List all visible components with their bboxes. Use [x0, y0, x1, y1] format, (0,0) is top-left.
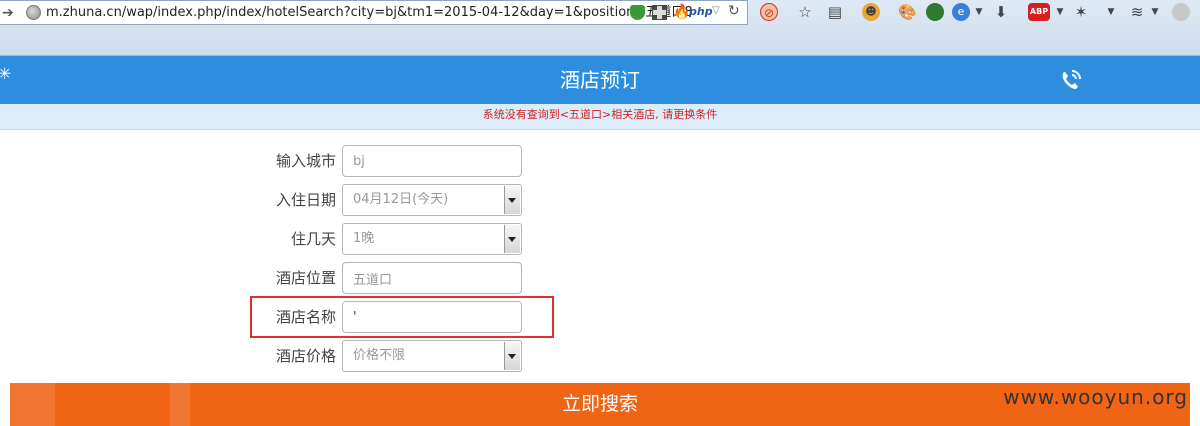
- address-bar[interactable]: ➔ m.zhuna.cn/wap/index.php/index/hotelSe…: [0, 0, 748, 25]
- chevron-down-icon[interactable]: ▼: [1051, 3, 1069, 21]
- chevron-down-icon[interactable]: ▽: [712, 5, 720, 16]
- checkin-label: 入住日期: [275, 191, 336, 209]
- reload-icon[interactable]: ↻: [728, 3, 740, 19]
- city-input[interactable]: [342, 145, 522, 177]
- forward-arrow-icon[interactable]: ➔: [2, 4, 14, 22]
- palette-icon[interactable]: 🎨: [898, 3, 917, 21]
- chevron-down-icon: [508, 237, 516, 242]
- browser-toolbar: ➔ m.zhuna.cn/wap/index.php/index/hotelSe…: [0, 0, 1200, 56]
- price-label: 酒店价格: [275, 347, 336, 365]
- url-text[interactable]: m.zhuna.cn/wap/index.php/index/hotelSear…: [46, 3, 693, 23]
- blocked-icon[interactable]: ⊘: [760, 3, 778, 21]
- city-label: 输入城市: [275, 152, 336, 170]
- search-button-label: 立即搜索: [561, 393, 638, 415]
- form-row-checkin: 入住日期 04月12日(今天): [0, 184, 1200, 218]
- adblock-icon[interactable]: ABP: [1028, 3, 1050, 21]
- notice-bar: 系统没有查询到<五道口>相关酒店, 请更换条件: [0, 104, 1200, 130]
- form-row-nights: 住几天 1晚: [0, 223, 1200, 257]
- price-value: 价格不限: [353, 348, 406, 363]
- chevron-down-icon: [508, 354, 516, 359]
- chevron-down-icon[interactable]: ▼: [970, 3, 988, 21]
- button-fade: [170, 383, 190, 426]
- price-select[interactable]: 价格不限: [342, 340, 522, 372]
- no-results-message: 系统没有查询到<五道口>相关酒店, 请更换条件: [482, 108, 718, 121]
- site-globe-icon: [26, 5, 41, 20]
- dropdown-button[interactable]: [504, 186, 520, 214]
- nights-label: 住几天: [290, 230, 336, 248]
- page-title: 酒店预订: [560, 68, 640, 92]
- button-fade: [10, 383, 55, 426]
- form-row-hotel-name: 酒店名称: [0, 301, 1200, 335]
- menu-icon[interactable]: [1172, 3, 1190, 21]
- shield-check-icon[interactable]: [630, 5, 645, 20]
- checkin-date-value: 04月12日(今天): [353, 192, 449, 207]
- browser-extension-icon[interactable]: e: [952, 3, 970, 21]
- form-row-city: 输入城市: [0, 145, 1200, 179]
- star-bookmark-icon[interactable]: ☆: [796, 3, 814, 21]
- dropdown-button[interactable]: [504, 225, 520, 253]
- nights-select[interactable]: 1晚: [342, 223, 522, 255]
- form-row-price: 酒店价格 价格不限: [0, 340, 1200, 374]
- download-icon[interactable]: ⬇: [992, 3, 1010, 21]
- bug-icon[interactable]: ✶: [1072, 3, 1090, 21]
- qr-code-icon[interactable]: [652, 5, 667, 20]
- highlight-annotation: [250, 296, 554, 338]
- green-extension-icon[interactable]: [926, 3, 944, 21]
- fire-icon[interactable]: 🔥: [673, 5, 690, 20]
- chevron-down-icon: [508, 198, 516, 203]
- extension-face-icon[interactable]: ☻: [862, 3, 880, 21]
- chevron-down-icon[interactable]: ▼: [1102, 3, 1120, 21]
- layers-icon[interactable]: ≋: [1128, 3, 1146, 21]
- location-input[interactable]: [342, 262, 522, 294]
- phone-call-icon[interactable]: [1057, 66, 1085, 94]
- watermark: www.wooyun.org: [1003, 385, 1188, 409]
- form-row-location: 酒店位置: [0, 262, 1200, 296]
- bookmarks-list-icon[interactable]: ▤: [826, 3, 844, 21]
- dropdown-button[interactable]: [504, 342, 520, 370]
- checkin-date-select[interactable]: 04月12日(今天): [342, 184, 522, 216]
- location-label: 酒店位置: [275, 269, 336, 287]
- app-header: ✳ 酒店预订: [0, 56, 1200, 104]
- php-badge[interactable]: php: [689, 5, 713, 18]
- chevron-down-icon[interactable]: ▼: [1146, 3, 1164, 21]
- nights-value: 1晚: [353, 231, 375, 246]
